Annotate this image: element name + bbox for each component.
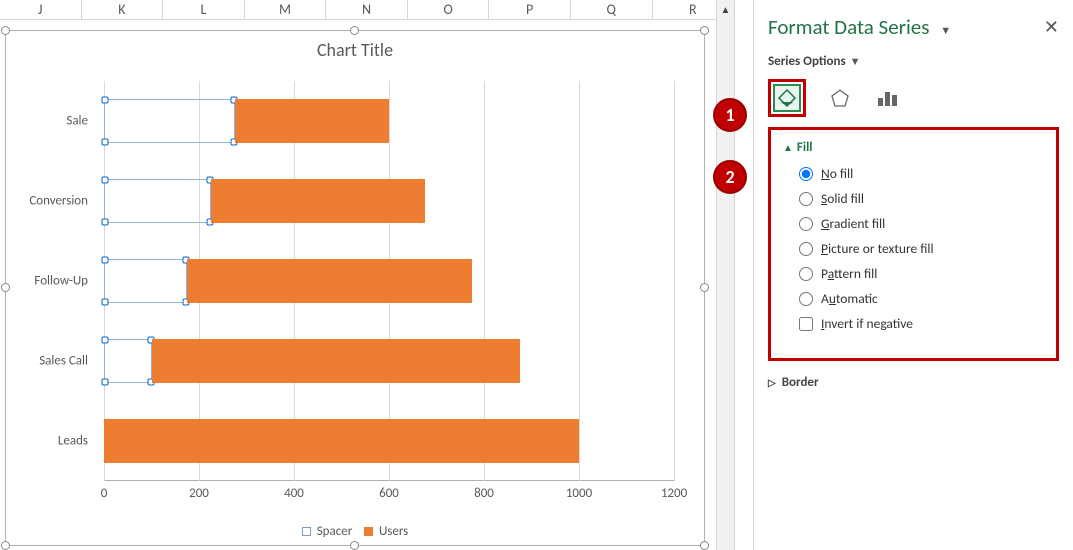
column-headers: J K L M N O P Q R (0, 0, 734, 20)
series-select-handle[interactable] (102, 299, 109, 306)
annotation-box-2: ▲ Fill No fill Solid fill Gradient fill … (768, 127, 1059, 361)
xtick: 0 (101, 486, 108, 501)
legend-label: Users (379, 524, 408, 539)
resize-handle[interactable] (700, 541, 709, 550)
legend-label: Spacer (317, 524, 353, 539)
series-select-handle[interactable] (102, 219, 109, 226)
ytick: Follow-Up (8, 274, 88, 289)
col-header[interactable]: K (82, 0, 164, 19)
ytick: Sale (8, 114, 88, 129)
ytick: Sales Call (8, 354, 88, 369)
bar-users[interactable] (152, 339, 520, 384)
fill-group-header[interactable]: ▲ Fill (783, 140, 1044, 155)
col-header[interactable]: L (163, 0, 245, 19)
chart-title[interactable]: Chart Title (6, 31, 704, 65)
xtick: 1200 (661, 486, 687, 501)
resize-handle[interactable] (1, 541, 10, 550)
ytick: Conversion (8, 194, 88, 209)
xtick: 1000 (566, 486, 592, 501)
legend-swatch-spacer (302, 527, 311, 536)
bar-spacer[interactable] (104, 179, 211, 224)
gridline (674, 81, 675, 481)
border-group-header[interactable]: ▷ Border (768, 375, 1059, 390)
col-header[interactable]: M (245, 0, 327, 19)
chart-object[interactable]: Chart Title Sale Conversion Follow-Up Sa… (5, 30, 705, 546)
col-header[interactable]: N (326, 0, 408, 19)
pane-title: Format Data Series (768, 14, 929, 40)
col-header[interactable]: P (489, 0, 571, 19)
radio-input[interactable] (799, 242, 813, 256)
scroll-up-icon[interactable]: ▲ (717, 0, 734, 18)
radio-gradient-fill[interactable]: Gradient fill (799, 215, 1044, 232)
bar-spacer[interactable] (104, 99, 235, 144)
bar-row (104, 161, 674, 241)
chevron-down-icon[interactable]: ▼ (850, 55, 861, 68)
effects-icon[interactable] (826, 84, 854, 112)
series-select-handle[interactable] (102, 336, 109, 343)
radio-no-fill[interactable]: No fill (799, 165, 1044, 182)
bar-users[interactable] (104, 419, 579, 464)
collapse-icon[interactable]: ▲ (783, 141, 793, 154)
xtick: 200 (189, 486, 209, 501)
checkbox-invert-if-negative[interactable]: Invert if negative (799, 315, 1044, 332)
xtick: 400 (284, 486, 304, 501)
annotation-box-1 (768, 79, 806, 117)
worksheet-area[interactable]: J K L M N O P Q R Chart Title Sale Conve… (0, 0, 735, 550)
ytick: Leads (8, 434, 88, 449)
xtick: 600 (379, 486, 399, 501)
series-select-handle[interactable] (102, 176, 109, 183)
section-label[interactable]: Series Options (768, 54, 846, 69)
radio-picture-fill[interactable]: Picture or texture fill (799, 240, 1044, 257)
pane-menu-icon[interactable]: ▼ (940, 24, 951, 37)
radio-input[interactable] (799, 267, 813, 281)
bar-row (104, 321, 674, 401)
resize-handle[interactable] (700, 283, 709, 292)
x-axis-labels: 020040060080010001200 (104, 486, 674, 506)
col-header[interactable]: Q (571, 0, 653, 19)
radio-automatic[interactable]: Automatic (799, 290, 1044, 307)
bar-row (104, 401, 674, 481)
radio-input[interactable] (799, 192, 813, 206)
bar-users[interactable] (211, 179, 425, 224)
xtick: 800 (474, 486, 494, 501)
bar-spacer[interactable] (104, 259, 187, 304)
bar-users[interactable] (187, 259, 472, 304)
resize-handle[interactable] (700, 26, 709, 35)
annotation-callout-1: 1 (713, 98, 747, 132)
radio-input[interactable] (799, 167, 813, 181)
fill-header-label: Fill (797, 140, 813, 155)
resize-handle[interactable] (350, 541, 359, 550)
series-select-handle[interactable] (102, 139, 109, 146)
vertical-scrollbar[interactable]: ▲ (716, 0, 734, 550)
legend-swatch-users (364, 527, 373, 536)
radio-solid-fill[interactable]: Solid fill (799, 190, 1044, 207)
annotation-callout-2: 2 (713, 160, 747, 194)
border-header-label: Border (782, 375, 819, 390)
legend[interactable]: Spacer Users (6, 524, 704, 539)
expand-icon[interactable]: ▷ (768, 376, 776, 389)
resize-handle[interactable] (350, 26, 359, 35)
radio-input[interactable] (799, 292, 813, 306)
col-header[interactable]: O (408, 0, 490, 19)
series-options-icon[interactable] (874, 84, 902, 112)
plot-area[interactable] (104, 81, 674, 481)
bar-row (104, 81, 674, 161)
radio-input[interactable] (799, 217, 813, 231)
bar-row (104, 241, 674, 321)
radio-pattern-fill[interactable]: Pattern fill (799, 265, 1044, 282)
resize-handle[interactable] (1, 26, 10, 35)
checkbox-input[interactable] (799, 317, 813, 331)
format-data-series-pane: Format Data Series ▼ ✕ Series Options ▼ … (753, 0, 1073, 550)
col-header[interactable]: J (0, 0, 82, 19)
y-axis-labels: Sale Conversion Follow-Up Sales Call Lea… (16, 81, 96, 481)
close-icon[interactable]: ✕ (1044, 16, 1059, 38)
bar-users[interactable] (235, 99, 389, 144)
fill-and-line-icon[interactable] (773, 84, 801, 112)
bar-spacer[interactable] (104, 339, 152, 384)
series-select-handle[interactable] (102, 256, 109, 263)
series-select-handle[interactable] (102, 96, 109, 103)
series-select-handle[interactable] (102, 379, 109, 386)
